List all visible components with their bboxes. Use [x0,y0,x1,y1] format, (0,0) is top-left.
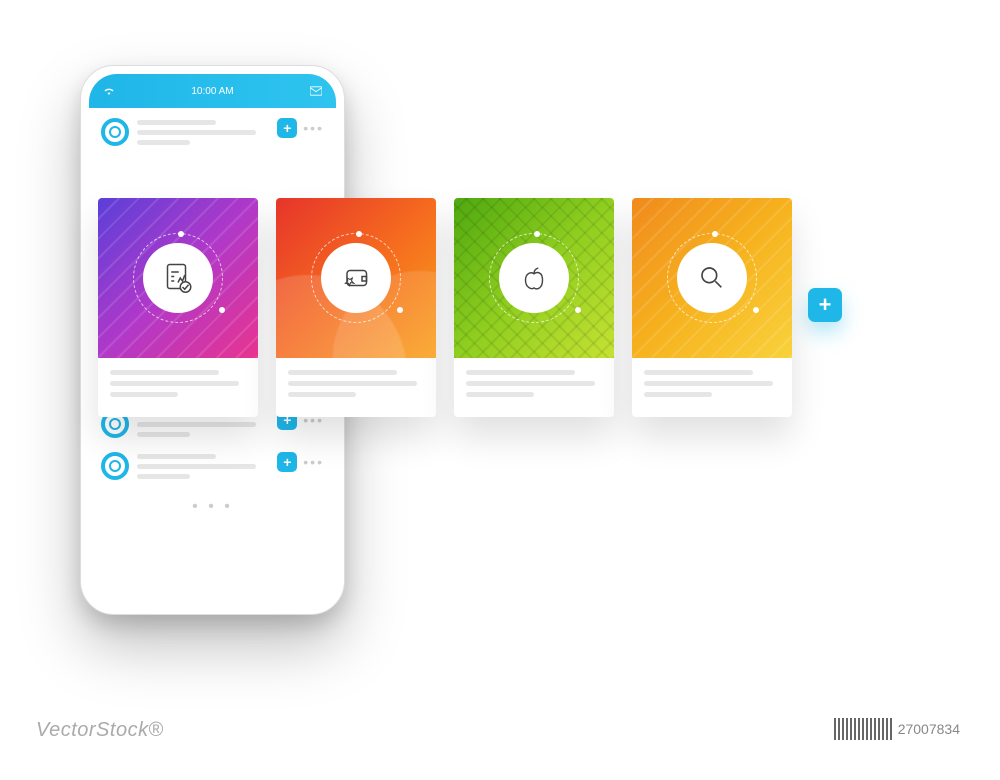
add-button[interactable]: + [277,452,297,472]
add-button[interactable]: + [277,118,297,138]
more-icon[interactable]: ••• [303,454,324,470]
search-icon [677,243,747,313]
list-item[interactable]: + ••• [101,452,324,484]
pagination-dots[interactable]: • • • [101,494,324,520]
card-wallet[interactable] [276,198,436,417]
more-icon[interactable]: ••• [303,120,324,136]
card-caption [98,358,258,417]
card-caption [276,358,436,417]
barcode-icon [834,718,892,740]
mail-icon [310,86,322,96]
apple-icon [499,243,569,313]
avatar [101,452,129,480]
placeholder-text [137,118,269,150]
status-bar: 10:00 AM [89,74,336,108]
card-apple[interactable] [454,198,614,417]
card-report[interactable] [98,198,258,417]
card-search[interactable] [632,198,792,417]
placeholder-text [137,452,269,484]
wallet-star-icon [321,243,391,313]
watermark-id: 27007834 [834,718,960,740]
add-card-button[interactable]: + [808,288,842,322]
avatar [101,118,129,146]
card-caption [454,358,614,417]
card-carousel [98,198,792,417]
report-check-icon [143,243,213,313]
card-caption [632,358,792,417]
status-time: 10:00 AM [191,86,233,97]
list-item[interactable]: + ••• [101,118,324,150]
watermark-brand: VectorStock® [36,719,164,742]
wifi-icon [103,86,115,96]
